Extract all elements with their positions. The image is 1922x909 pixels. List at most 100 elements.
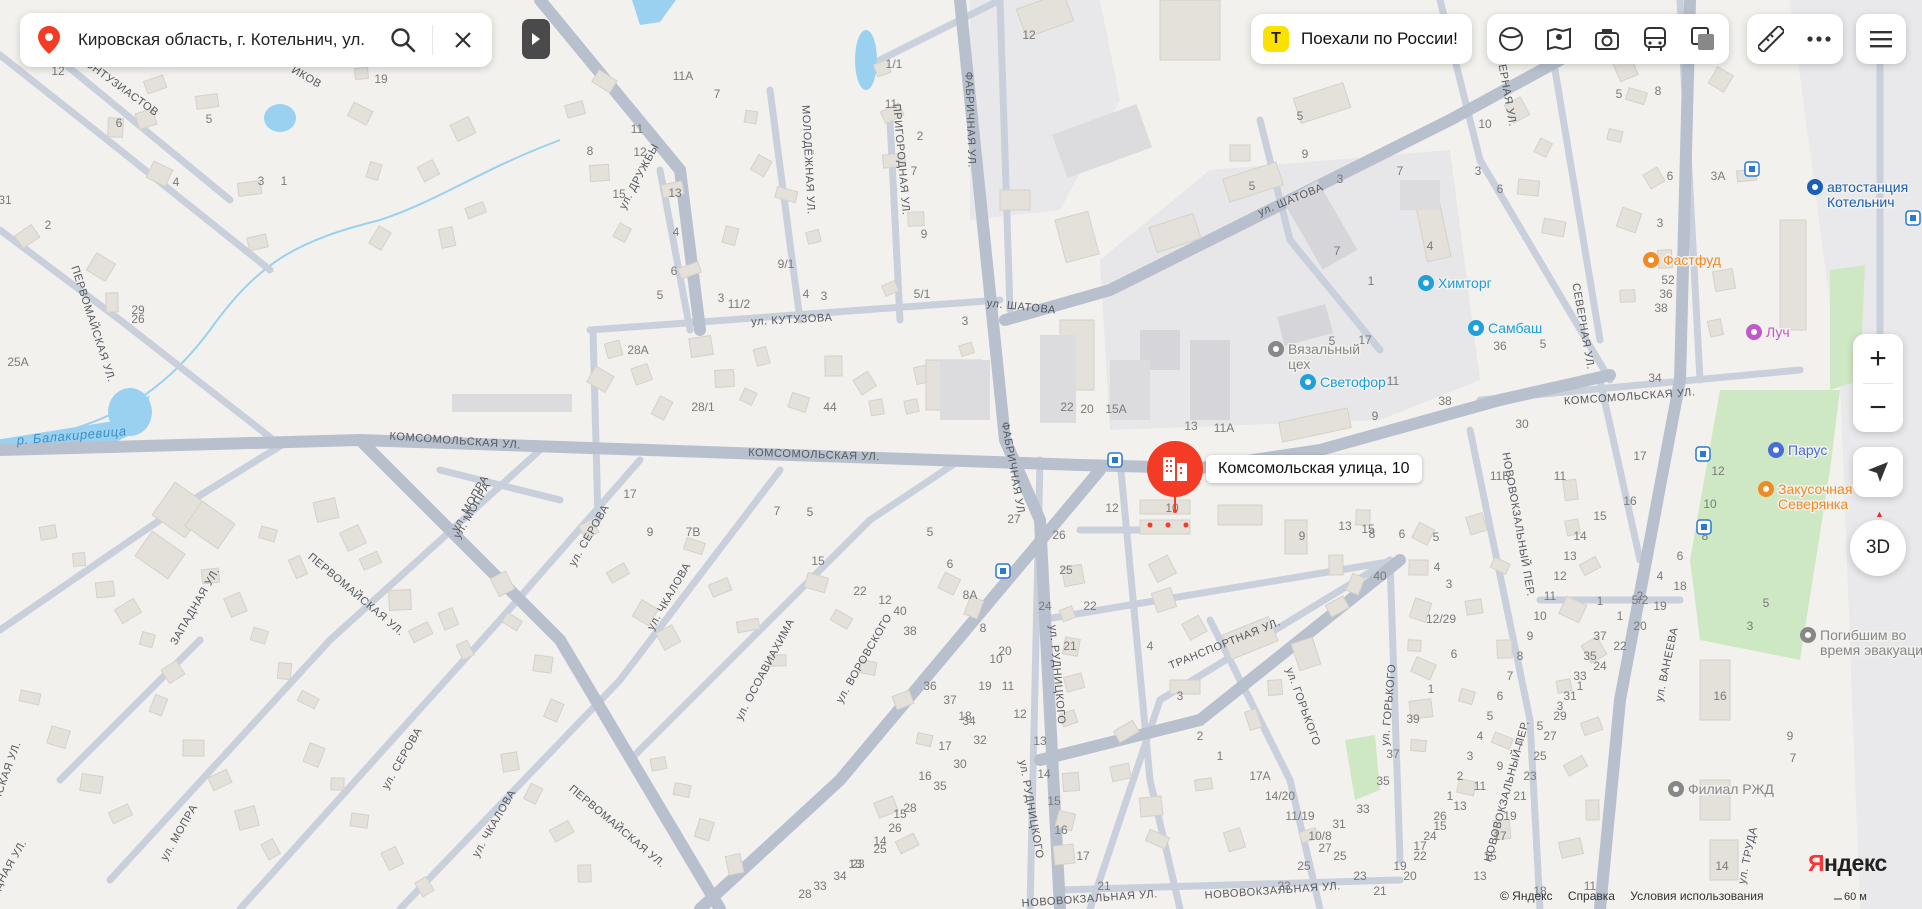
overlay-button[interactable] [1679,14,1727,64]
house-number: 28/1 [691,400,715,414]
house-number: 26 [131,312,145,326]
poi-label: Самбаш [1488,320,1542,336]
house-number: 1/1 [886,57,903,71]
house-number: 12/29 [1426,612,1456,626]
poi-car-icon[interactable]: Самбаш [1468,319,1544,338]
zoom-in-button[interactable]: + [1853,334,1903,383]
poi-label: Филиал РЖД [1688,781,1774,797]
help-link[interactable]: Справка [1568,889,1615,903]
house-number: 18 [958,709,972,723]
selected-place-marker[interactable] [1145,441,1205,518]
house-number: 31 [0,193,12,207]
house-number: 18 [1673,579,1687,593]
poi-food-icon[interactable]: Фастфуд [1643,251,1722,270]
bus-stop-icon[interactable] [1696,519,1712,535]
house-number: 13 [1453,799,1467,813]
poi-beauty-icon[interactable]: Луч [1746,323,1791,342]
search-input[interactable]: Кировская область, г. Котельнич, ул. [78,30,396,50]
divider [432,25,433,55]
map-canvas[interactable]: ул. ЭНТУЗИАСТОВПЕРВОМАЙСКАЯ УЛ.ул. ДРУЖБ… [0,0,1922,909]
house-number: 33 [1573,669,1587,683]
house-number: 15А [1105,402,1126,416]
more-button[interactable] [1795,14,1843,64]
yandex-logo[interactable]: Яндекс [1808,850,1887,877]
my-location-button[interactable] [1853,447,1903,497]
clear-search-button[interactable] [436,13,490,67]
transport-button[interactable] [1631,14,1679,64]
zoom-out-button[interactable]: − [1853,383,1903,432]
house-number: 7 [1790,751,1797,765]
house-number: 1 [1447,789,1454,803]
house-number: 24 [1423,829,1437,843]
house-number: 5 [1433,530,1440,544]
building-icon [1147,441,1203,513]
house-number: 13 [668,186,682,200]
house-number: 3 [258,174,265,188]
house-number: 16 [918,769,932,783]
house-number: 13 [1473,869,1487,883]
promo-button[interactable]: T Поехали по России! [1251,14,1472,64]
house-number: 4 [1434,560,1441,574]
house-number: 33 [813,879,827,893]
house-number: 12 [1013,707,1027,721]
poi-hotel-icon[interactable]: Парус [1768,441,1829,460]
house-number: 8 [1655,84,1662,98]
house-number: 33 [1356,802,1370,816]
bus-stop-icon[interactable] [1744,161,1760,177]
house-number: 29 [1553,709,1567,723]
house-number: 16 [1054,823,1068,837]
poi-shop-icon[interactable]: Светофор [1300,373,1388,392]
house-number: 4 [803,287,810,301]
house-number: 6 [1497,182,1504,196]
main-menu-button[interactable] [1856,14,1906,64]
house-number: 25 [1297,859,1311,873]
house-number: 19 [374,72,388,86]
house-number: 4 [173,175,180,189]
terms-link[interactable]: Условия использования [1630,889,1763,903]
house-number: 30 [953,757,967,771]
toggle-3d-button[interactable]: 3D [1850,520,1906,576]
house-number: 14/20 [1265,789,1295,803]
poi-shop-icon[interactable]: Химторг [1418,274,1493,293]
poi-label: Химторг [1438,275,1492,291]
selected-place-label[interactable]: Комсомольская улица, 10 [1206,455,1422,483]
search-box[interactable]: Кировская область, г. Котельнич, ул. [20,13,492,67]
house-number: 27 [1007,512,1021,526]
panorama-button[interactable] [1535,14,1583,64]
house-number: 7 [714,87,721,101]
logo-rest: ндекс [1824,850,1887,876]
house-number: 5 [1540,337,1547,351]
house-number: 6 [1451,647,1458,661]
bus-stop-icon[interactable] [995,563,1011,579]
house-number: 13 [1563,549,1577,563]
search-button[interactable] [376,13,430,67]
expand-panel-button[interactable] [522,19,550,59]
layers-icon [1499,27,1523,51]
house-number: 6 [947,557,954,571]
house-number: 52 [1661,273,1675,287]
scale-label: 60 м [1844,891,1867,903]
copyright-text: © Яндекс [1500,889,1553,903]
house-number: 23 [1523,769,1537,783]
house-number: 3 [1177,689,1184,703]
house-number: 3А [1711,169,1726,183]
house-number: 15 [612,187,626,201]
house-number: 21 [1513,789,1527,803]
house-number: 4 [1657,569,1664,583]
house-number: 5 [807,505,814,519]
layers-button[interactable] [1487,14,1535,64]
ruler-button[interactable] [1747,14,1795,64]
house-number: 13 [1033,734,1047,748]
house-number: 13 [848,857,862,871]
bus-stop-icon[interactable] [1905,210,1921,226]
house-number: 37 [1386,747,1400,761]
house-number: 3 [1446,577,1453,591]
house-number: 6 [1399,527,1406,541]
house-number: 12 [1711,464,1725,478]
house-number: 14 [1573,529,1587,543]
house-number: 22 [1613,639,1627,653]
bus-stop-icon[interactable] [1695,446,1711,462]
bus-stop-icon[interactable] [1107,452,1123,468]
house-number: 11 [631,122,644,136]
photos-button[interactable] [1583,14,1631,64]
